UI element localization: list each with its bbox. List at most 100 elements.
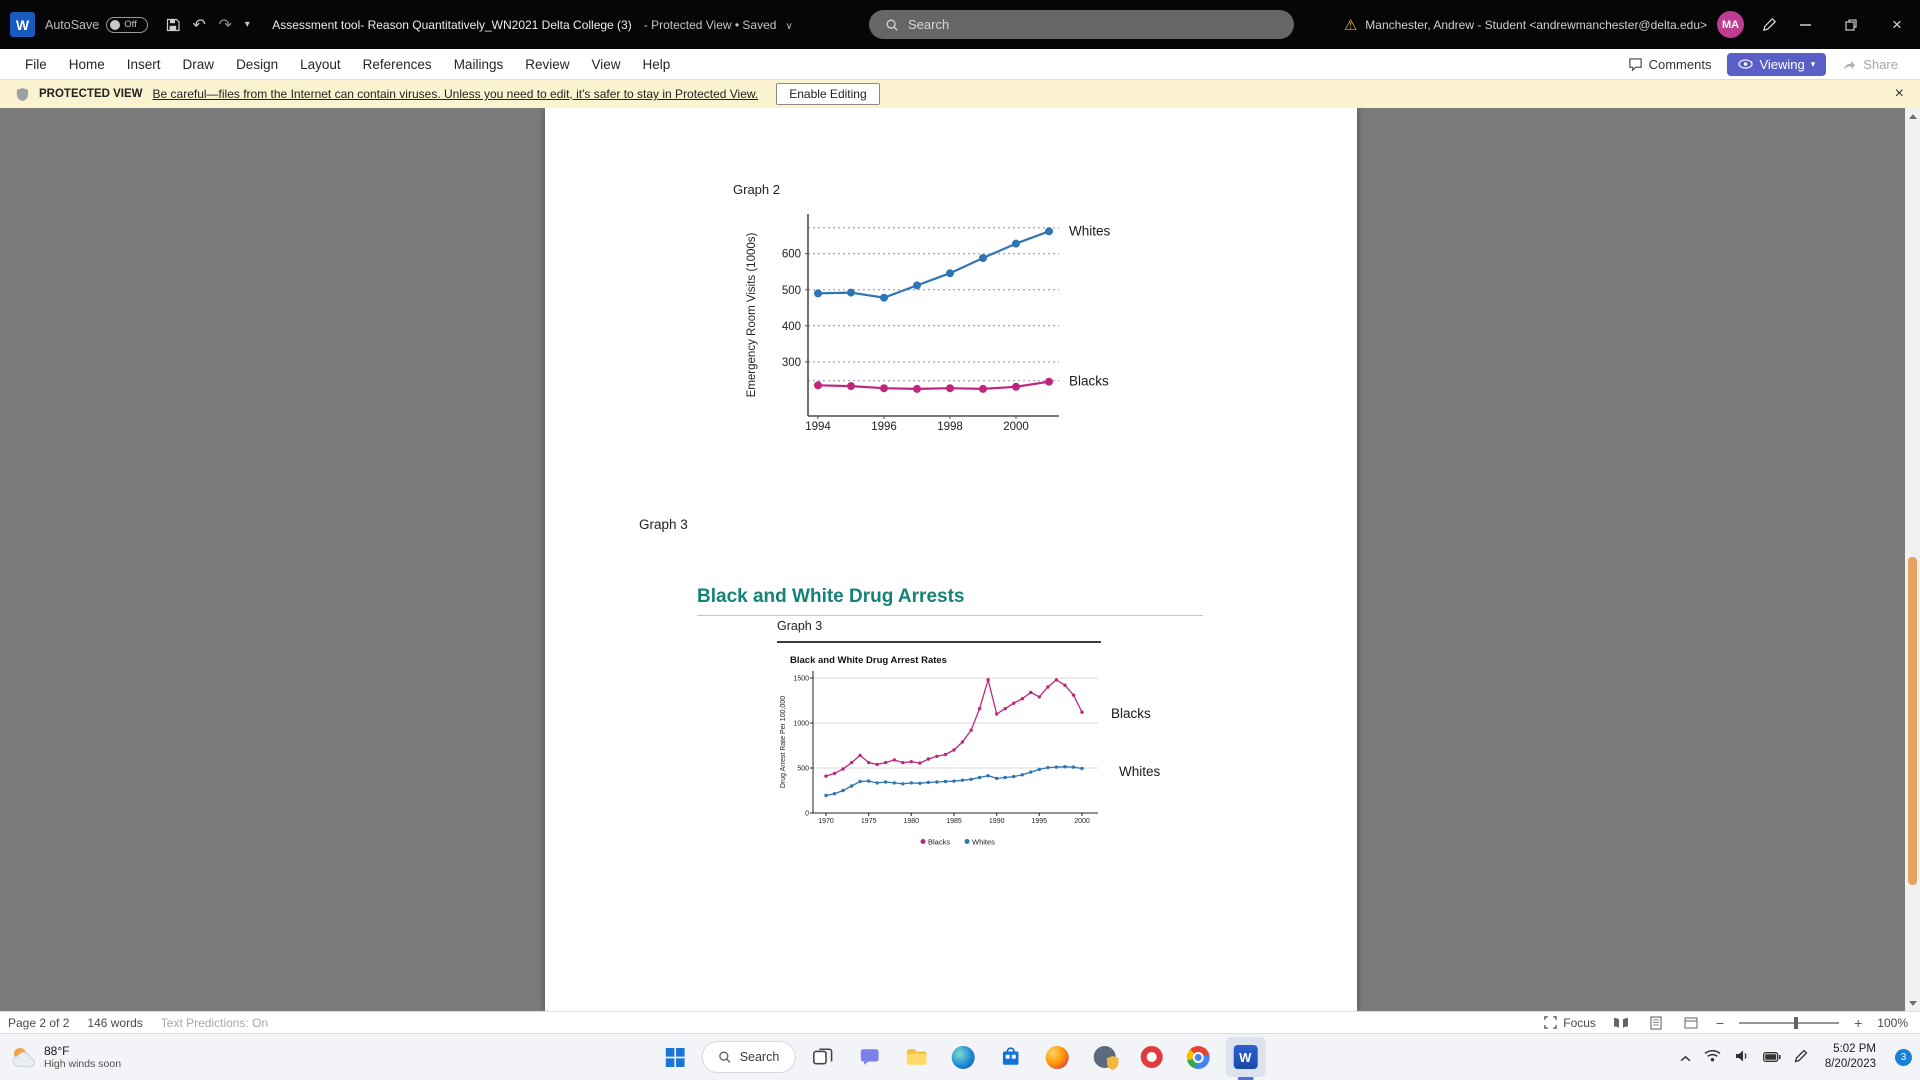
toggle-knob-icon bbox=[110, 20, 120, 30]
web-layout-button[interactable] bbox=[1681, 1014, 1701, 1032]
tab-review[interactable]: Review bbox=[514, 57, 580, 72]
security-app-button[interactable] bbox=[1084, 1037, 1124, 1077]
focus-button[interactable]: Focus bbox=[1544, 1016, 1596, 1030]
weather-widget[interactable]: 88°F High winds soon bbox=[10, 1044, 121, 1070]
tab-view[interactable]: View bbox=[580, 57, 631, 72]
svg-text:1985: 1985 bbox=[946, 818, 962, 825]
chrome-button[interactable] bbox=[1178, 1037, 1218, 1077]
store-button[interactable] bbox=[990, 1037, 1030, 1077]
notification-badge[interactable]: 3 bbox=[1895, 1049, 1912, 1066]
edge-icon bbox=[952, 1046, 975, 1069]
weather-desc: High winds soon bbox=[44, 1058, 121, 1070]
title-chevron-icon[interactable]: ∨ bbox=[785, 21, 792, 32]
tab-design[interactable]: Design bbox=[225, 57, 289, 72]
word-taskbar-button[interactable]: W bbox=[1225, 1037, 1265, 1077]
pen-tool-button[interactable] bbox=[1756, 10, 1782, 40]
status-bar-right: Focus − + 100% bbox=[1544, 1014, 1908, 1032]
redo-button[interactable]: ↷ bbox=[212, 10, 238, 40]
chevron-up-icon bbox=[1680, 1055, 1691, 1062]
edge-button[interactable] bbox=[943, 1037, 983, 1077]
search-input[interactable] bbox=[908, 17, 1278, 32]
banner-close-icon[interactable]: × bbox=[1895, 85, 1904, 103]
title-bar: W AutoSave Off ↶ ↷ ▾ Assessment tool- Re… bbox=[0, 0, 1920, 49]
viewing-chevron-icon: ▾ bbox=[1811, 59, 1816, 70]
share-button[interactable]: Share bbox=[1842, 57, 1898, 72]
start-button[interactable] bbox=[655, 1037, 695, 1077]
page-indicator[interactable]: Page 2 of 2 bbox=[8, 1016, 69, 1030]
read-mode-button[interactable] bbox=[1611, 1014, 1631, 1032]
status-bar: Page 2 of 2 146 words Text Predictions: … bbox=[0, 1011, 1920, 1033]
protected-view-message[interactable]: Be careful—files from the Internet can c… bbox=[153, 87, 759, 101]
battery-button[interactable] bbox=[1763, 1050, 1781, 1065]
firefox-button[interactable] bbox=[1037, 1037, 1077, 1077]
pen-input-button[interactable] bbox=[1794, 1049, 1808, 1066]
word-count[interactable]: 146 words bbox=[87, 1016, 142, 1030]
task-view-icon bbox=[812, 1047, 832, 1067]
graph3-caption: Graph 3 bbox=[639, 517, 688, 532]
vertical-scrollbar[interactable] bbox=[1905, 108, 1920, 1011]
svg-text:2000: 2000 bbox=[1074, 818, 1090, 825]
tab-home[interactable]: Home bbox=[58, 57, 116, 72]
word-app-icon[interactable]: W bbox=[10, 12, 35, 37]
svg-text:500: 500 bbox=[782, 285, 801, 297]
scroll-up-icon[interactable] bbox=[1905, 108, 1920, 124]
scroll-down-icon[interactable] bbox=[1905, 995, 1920, 1011]
clock[interactable]: 5:02 PM 8/20/2023 bbox=[1825, 1042, 1876, 1072]
pen-icon bbox=[1794, 1049, 1808, 1063]
taskbar-search[interactable]: Search bbox=[702, 1041, 796, 1073]
hidden-icons-chevron[interactable] bbox=[1680, 1050, 1691, 1065]
red-browser-button[interactable] bbox=[1131, 1037, 1171, 1077]
svg-text:1500: 1500 bbox=[793, 676, 809, 683]
document-title[interactable]: Assessment tool- Reason Quantitatively_W… bbox=[272, 18, 793, 32]
comments-button[interactable]: Comments bbox=[1628, 57, 1712, 72]
print-layout-button[interactable] bbox=[1646, 1014, 1666, 1032]
scrollbar-thumb[interactable] bbox=[1908, 557, 1917, 885]
tab-file[interactable]: File bbox=[14, 57, 58, 72]
avatar[interactable]: MA bbox=[1717, 11, 1744, 38]
svg-text:1994: 1994 bbox=[805, 421, 831, 433]
file-explorer-button[interactable] bbox=[896, 1037, 936, 1077]
print-layout-icon bbox=[1650, 1016, 1662, 1030]
enable-editing-button[interactable]: Enable Editing bbox=[776, 83, 879, 105]
minimize-button[interactable] bbox=[1782, 0, 1828, 49]
embedded-graph3-label: Graph 3 bbox=[777, 619, 822, 633]
autosave-state: Off bbox=[124, 19, 137, 30]
account-name[interactable]: Manchester, Andrew - Student <andrewmanc… bbox=[1365, 18, 1707, 32]
document-page[interactable]: Graph 2 3004005006001994199619982000Whit… bbox=[545, 108, 1357, 1011]
zoom-level[interactable]: 100% bbox=[1877, 1016, 1908, 1030]
tab-help[interactable]: Help bbox=[632, 57, 682, 72]
svg-text:1996: 1996 bbox=[871, 421, 897, 433]
maximize-button[interactable] bbox=[1828, 0, 1874, 49]
close-button[interactable]: × bbox=[1874, 0, 1920, 49]
quick-access-chevron-icon[interactable]: ▾ bbox=[238, 10, 256, 40]
svg-text:1980: 1980 bbox=[904, 818, 920, 825]
chat-button[interactable] bbox=[849, 1037, 889, 1077]
tray-date: 8/20/2023 bbox=[1825, 1057, 1876, 1072]
wifi-button[interactable] bbox=[1704, 1049, 1721, 1065]
focus-label: Focus bbox=[1563, 1016, 1596, 1030]
volume-button[interactable] bbox=[1734, 1049, 1750, 1066]
svg-text:Whites: Whites bbox=[1069, 223, 1111, 238]
task-view-button[interactable] bbox=[802, 1037, 842, 1077]
zoom-slider-thumb[interactable] bbox=[1794, 1017, 1798, 1029]
tab-references[interactable]: References bbox=[352, 57, 443, 72]
search-box[interactable] bbox=[869, 10, 1294, 39]
save-button[interactable] bbox=[160, 10, 186, 40]
autosave-toggle[interactable]: Off bbox=[106, 17, 148, 33]
viewing-button[interactable]: Viewing ▾ bbox=[1727, 53, 1826, 76]
er-visits-chart: 3004005006001994199619982000WhitesBlacks… bbox=[725, 178, 1185, 468]
zoom-slider[interactable] bbox=[1739, 1022, 1839, 1024]
word-window: W AutoSave Off ↶ ↷ ▾ Assessment tool- Re… bbox=[0, 0, 1920, 1080]
zoom-out-button[interactable]: − bbox=[1716, 1015, 1724, 1031]
tab-draw[interactable]: Draw bbox=[172, 57, 226, 72]
zoom-in-button[interactable]: + bbox=[1854, 1015, 1862, 1031]
svg-text:Whites: Whites bbox=[972, 838, 995, 847]
tab-mailings[interactable]: Mailings bbox=[443, 57, 515, 72]
volume-icon bbox=[1734, 1049, 1750, 1063]
text-predictions[interactable]: Text Predictions: On bbox=[161, 1016, 268, 1030]
tab-layout[interactable]: Layout bbox=[289, 57, 352, 72]
tab-insert[interactable]: Insert bbox=[116, 57, 172, 72]
search-icon bbox=[885, 18, 899, 32]
document-canvas: Graph 2 3004005006001994199619982000Whit… bbox=[0, 108, 1920, 1011]
undo-button[interactable]: ↶ bbox=[186, 10, 212, 40]
